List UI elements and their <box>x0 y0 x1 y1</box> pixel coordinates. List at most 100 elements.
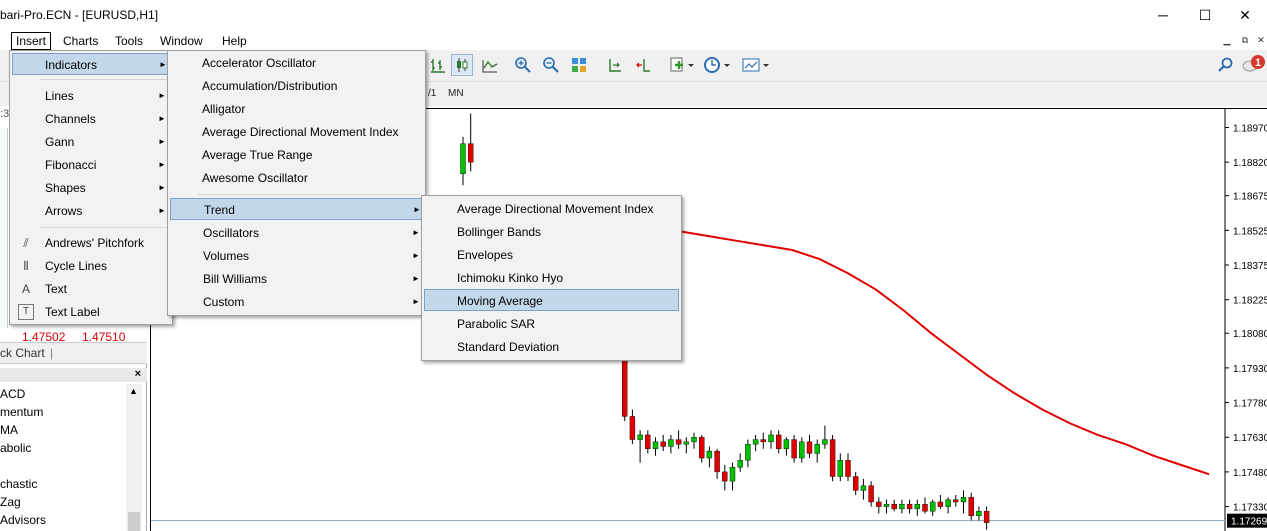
navigator-close-icon[interactable]: × <box>135 368 141 380</box>
candle-body <box>837 460 843 477</box>
menu-item-label: Awesome Oscillator <box>202 171 308 185</box>
menu-item-bollinger-bands[interactable]: Bollinger Bands <box>424 221 679 243</box>
navigator-item[interactable]: Zag <box>0 495 21 509</box>
menu-item-label: Andrews' Pitchfork <box>45 236 144 250</box>
submenu-arrow-icon: ► <box>413 205 421 214</box>
menu-item-label: Alligator <box>202 102 246 116</box>
submenu-arrow-icon: ► <box>158 137 166 146</box>
navigator-item[interactable]: mentum <box>0 405 43 419</box>
navigator-item[interactable]: chastic <box>0 477 37 491</box>
menu-item-label: Shapes <box>45 181 86 195</box>
menu-item-moving-average[interactable]: Moving Average <box>424 289 679 311</box>
mdi-close-icon[interactable]: ✕ <box>1254 34 1267 46</box>
menu-item-fibonacci[interactable]: Fibonacci ► <box>12 154 170 176</box>
menu-item-oscillators[interactable]: Oscillators ► <box>170 222 423 244</box>
zoom-out-button[interactable] <box>540 54 562 76</box>
tile-windows-button[interactable] <box>568 54 590 76</box>
y-tick-label: 1.18525 <box>1233 226 1267 237</box>
indicators-submenu: Accelerator Oscillator Accumulation/Dist… <box>167 50 426 316</box>
menu-item-awesome-oscillator[interactable]: Awesome Oscillator <box>170 167 423 189</box>
y-tick-label: 1.18225 <box>1233 296 1267 307</box>
menu-item-cycle-lines[interactable]: ⦀ Cycle Lines <box>12 255 170 277</box>
indicators-button[interactable] <box>668 54 696 76</box>
candle-body <box>691 437 697 443</box>
templates-button[interactable] <box>740 54 772 76</box>
submenu-arrow-icon: ► <box>158 91 166 100</box>
menu-item-standard-deviation[interactable]: Standard Deviation <box>424 336 679 358</box>
menu-item-shapes[interactable]: Shapes ► <box>12 177 170 199</box>
submenu-arrow-icon: ► <box>412 274 420 283</box>
insert-menu: Indicators ► Lines ► Channels ► Gann ► F… <box>9 50 173 325</box>
close-button[interactable]: ✕ <box>1222 0 1267 30</box>
candle-body <box>876 501 882 507</box>
candle-body <box>976 510 982 517</box>
autoscroll-button[interactable] <box>632 54 654 76</box>
candle-body <box>937 501 944 507</box>
menu-item-label: Average True Range <box>202 148 313 162</box>
menu-item-average-true-range[interactable]: Average True Range <box>170 144 423 166</box>
maximize-icon: ☐ <box>1198 6 1212 23</box>
navigator-item[interactable]: MA <box>0 423 18 437</box>
menu-item-indicators[interactable]: Indicators ► <box>12 53 170 75</box>
quick-chart-tab[interactable]: ck Chart | <box>0 342 147 364</box>
notifications-button[interactable]: 1 <box>1241 54 1267 76</box>
scroll-up-icon[interactable]: ▲ <box>129 386 138 396</box>
candle-body <box>983 510 990 523</box>
y-tick-label: 1.17330 <box>1233 503 1267 514</box>
menu-item-accelerator-oscillator[interactable]: Accelerator Oscillator <box>170 52 423 74</box>
mdi-minimize-icon[interactable]: ▁ <box>1220 34 1234 46</box>
menu-item-channels[interactable]: Channels ► <box>12 108 170 130</box>
quick-chart-label: ck Chart <box>0 346 45 360</box>
menu-item-arrows[interactable]: Arrows ► <box>12 200 170 222</box>
menu-item-label: Channels <box>45 112 96 126</box>
navigator-item[interactable]: abolic <box>0 441 31 455</box>
menu-item-text[interactable]: A Text <box>12 278 170 300</box>
mdi-restore-icon[interactable]: ⧉ <box>1238 34 1252 46</box>
menu-item-volumes[interactable]: Volumes ► <box>170 245 423 267</box>
zoom-in-button[interactable] <box>512 54 534 76</box>
menu-item-label: Average Directional Movement Index <box>457 202 654 216</box>
title-bar: bari-Pro.ECN - [EURUSD,H1] ─ ☐ ✕ <box>0 0 1267 30</box>
line-chart-button[interactable] <box>479 54 501 76</box>
menu-item-gann[interactable]: Gann ► <box>12 131 170 153</box>
navigator-item[interactable]: ACD <box>0 387 25 401</box>
menu-item-bill-williams[interactable]: Bill Williams ► <box>170 268 423 290</box>
candlestick-button[interactable] <box>451 54 473 76</box>
scroll-thumb[interactable] <box>128 512 140 531</box>
navigator-scrollbar[interactable]: ▲ <box>126 384 142 531</box>
menu-item-lines[interactable]: Lines ► <box>12 85 170 107</box>
timeframe-w1[interactable]: /1 <box>428 88 436 99</box>
menu-item-text-label[interactable]: T Text Label <box>12 301 170 323</box>
menu-charts[interactable]: Charts <box>59 32 102 50</box>
menu-item-label: Trend <box>204 203 235 217</box>
menu-item-envelopes[interactable]: Envelopes <box>424 244 679 266</box>
menu-item-admi[interactable]: Average Directional Movement Index <box>170 121 423 143</box>
menu-help[interactable]: Help <box>218 32 251 50</box>
menu-insert[interactable]: Insert <box>11 32 52 50</box>
chart-shift-button[interactable] <box>603 54 625 76</box>
menu-tools[interactable]: Tools <box>111 32 147 50</box>
menu-item-average-directional-movement-index[interactable]: Average Directional Movement Index <box>424 198 679 220</box>
menu-item-label: Bollinger Bands <box>457 225 542 239</box>
menu-separator <box>198 194 420 195</box>
market-watch-header: :3 <box>0 108 10 120</box>
menu-item-trend[interactable]: Trend ► <box>170 198 423 220</box>
periods-button[interactable] <box>702 54 732 76</box>
template-dropdown-icon <box>742 58 769 72</box>
bar-chart-button[interactable] <box>427 54 449 76</box>
timeframe-mn[interactable]: MN <box>448 88 464 99</box>
y-tick-label: 1.17930 <box>1233 364 1267 375</box>
menu-item-custom[interactable]: Custom ► <box>170 291 423 313</box>
menu-item-andrews-pitchfork[interactable]: ⫽ Andrews' Pitchfork <box>12 232 170 254</box>
candle-body <box>806 441 813 454</box>
minimize-button[interactable]: ─ <box>1140 0 1186 30</box>
menu-item-label: Fibonacci <box>45 158 97 172</box>
menu-item-ichimoku-kinko-hyo[interactable]: Ichimoku Kinko Hyo <box>424 267 679 289</box>
menu-item-accumulation-distribution[interactable]: Accumulation/Distribution <box>170 75 423 97</box>
candle-body <box>722 471 728 482</box>
navigator-item[interactable]: Advisors <box>0 513 46 527</box>
search-button[interactable] <box>1215 54 1237 76</box>
menu-item-parabolic-sar[interactable]: Parabolic SAR <box>424 313 679 335</box>
menu-window[interactable]: Window <box>156 32 207 50</box>
menu-item-alligator[interactable]: Alligator <box>170 98 423 120</box>
